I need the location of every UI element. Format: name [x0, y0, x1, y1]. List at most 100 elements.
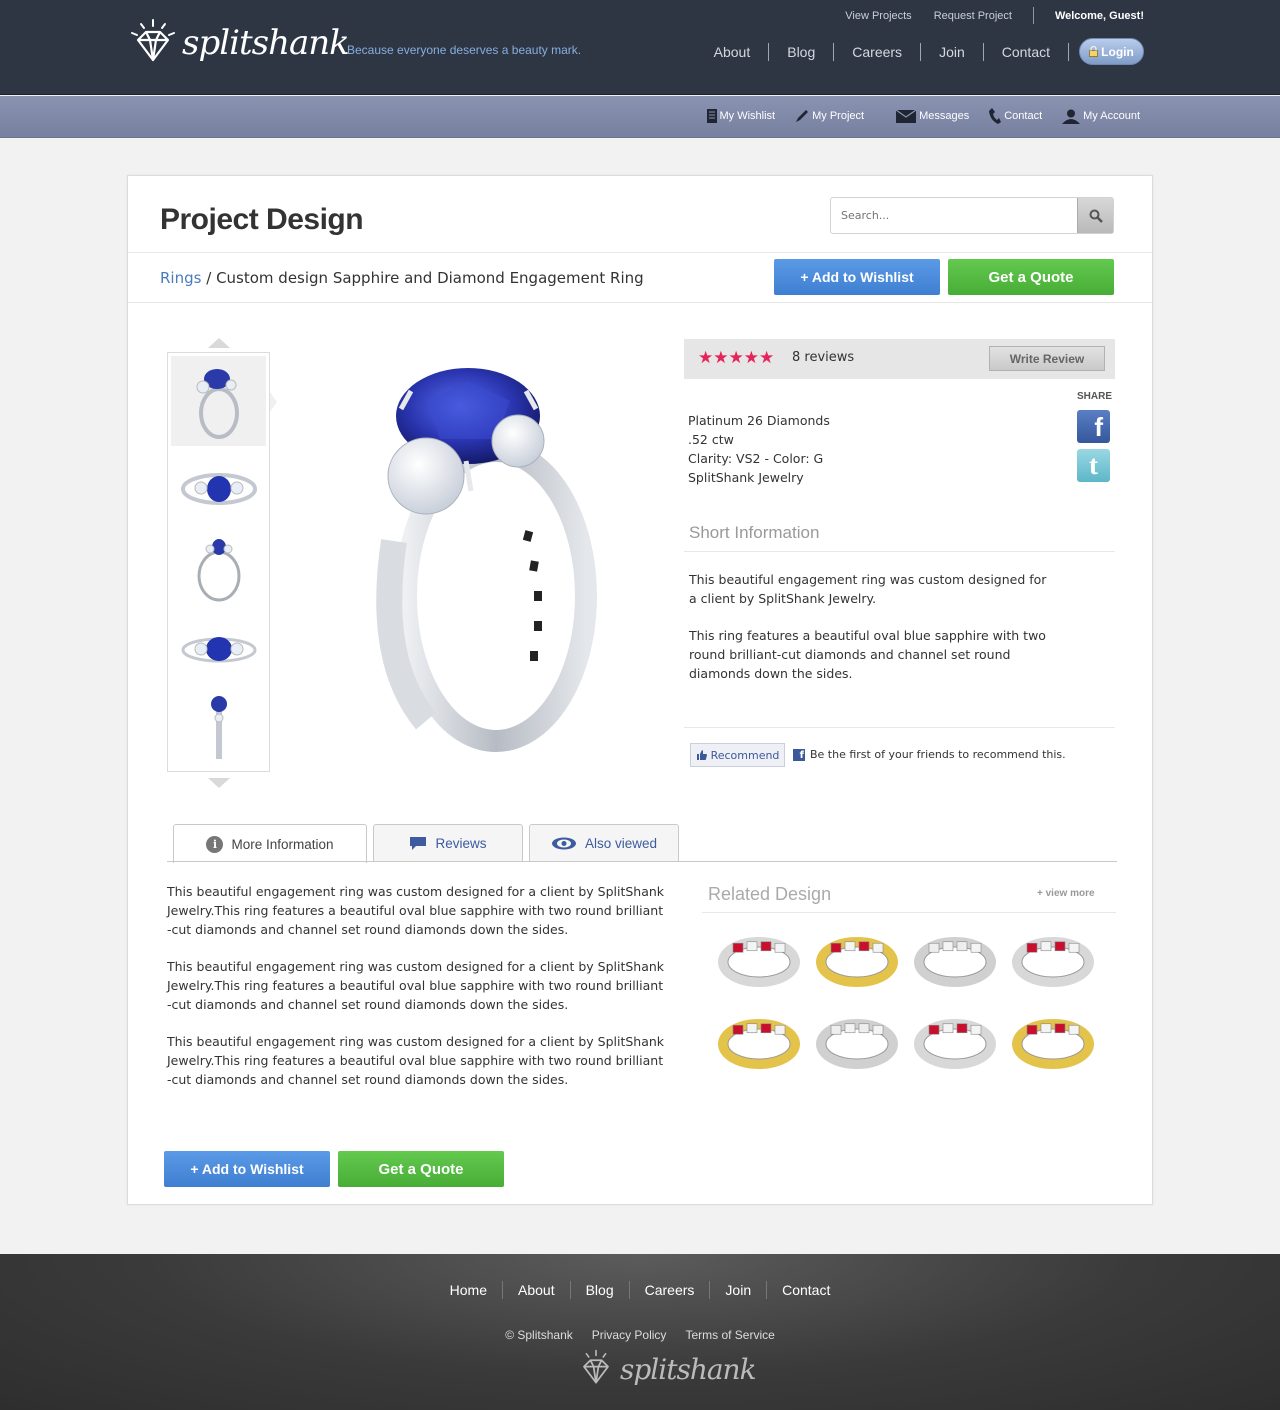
my-account-link[interactable]: My Account: [1062, 108, 1140, 124]
login-button[interactable]: Login: [1079, 38, 1144, 65]
product-main-image[interactable]: [346, 361, 606, 761]
facebook-icon: f: [1094, 412, 1103, 442]
related-design-item[interactable]: [1008, 924, 1098, 994]
facebook-share-button[interactable]: f: [1077, 410, 1110, 443]
related-design-item[interactable]: [714, 1006, 804, 1076]
breadcrumb-current: Custom design Sapphire and Diamond Engag…: [216, 269, 644, 287]
ring-thumbnail: [181, 636, 256, 662]
info-icon: i: [206, 835, 224, 853]
recommend-button[interactable]: Recommend: [690, 743, 785, 767]
utility-links: View Projects Request Project Welcome, G…: [834, 7, 1144, 24]
list-icon: [706, 109, 717, 123]
search-box: [830, 197, 1114, 234]
thumbnail-5[interactable]: [171, 691, 266, 766]
add-to-wishlist-button-bottom[interactable]: + Add to Wishlist: [164, 1151, 330, 1187]
breadcrumb-rings-link[interactable]: Rings: [160, 269, 201, 287]
ring-thumbnail: [180, 472, 257, 505]
ring-thumbnail: [1012, 937, 1094, 987]
related-design-item[interactable]: [812, 924, 902, 994]
ring-thumbnail: [718, 937, 800, 987]
logo[interactable]: splitshank: [128, 18, 350, 68]
search-icon: [1089, 209, 1103, 223]
contact-link[interactable]: Contact: [989, 108, 1042, 124]
footer-home-link[interactable]: Home: [435, 1282, 502, 1298]
spec-line: Platinum 26 Diamonds: [688, 413, 830, 428]
terms-of-service-link[interactable]: Terms of Service: [685, 1328, 774, 1342]
privacy-policy-link[interactable]: Privacy Policy: [592, 1328, 667, 1342]
thumbnail-4[interactable]: [171, 611, 266, 686]
thumbnails-down-arrow[interactable]: [208, 778, 230, 788]
footer: Home About Blog Careers Join Contact © S…: [0, 1254, 1280, 1410]
add-to-wishlist-button[interactable]: + Add to Wishlist: [774, 259, 940, 295]
footer-careers-link[interactable]: Careers: [630, 1282, 710, 1298]
ring-thumbnail: [914, 937, 996, 987]
envelope-icon: [896, 109, 917, 123]
more-information-content: This beautiful engagement ring was custo…: [167, 882, 667, 1107]
diamond-logo-icon: [131, 19, 175, 62]
tab-also-viewed[interactable]: Also viewed: [529, 824, 679, 862]
logo-text: splitshank: [182, 23, 350, 63]
ring-thumbnail: [210, 695, 227, 759]
facebook-icon: f: [793, 748, 805, 761]
search-input[interactable]: [831, 198, 1077, 233]
nav-contact[interactable]: Contact: [984, 44, 1068, 60]
get-quote-button-bottom[interactable]: Get a Quote: [338, 1151, 504, 1187]
divider: [702, 912, 1116, 913]
thumbnail-2[interactable]: [171, 451, 266, 526]
my-wishlist-label: My Wishlist: [719, 110, 776, 122]
footer-contact-link[interactable]: Contact: [767, 1282, 845, 1298]
lock-icon: [1089, 46, 1099, 57]
recommend-text: f Be the first of your friends to recomm…: [793, 748, 1066, 761]
view-projects-link[interactable]: View Projects: [834, 10, 922, 22]
nav-careers[interactable]: Careers: [834, 44, 920, 60]
footer-blog-link[interactable]: Blog: [571, 1282, 629, 1298]
more-info-paragraph: This beautiful engagement ring was custo…: [167, 959, 665, 1012]
nav-blog[interactable]: Blog: [769, 44, 833, 60]
spec-line: .52 ctw: [688, 432, 734, 447]
get-quote-button[interactable]: Get a Quote: [948, 259, 1114, 295]
write-review-button[interactable]: Write Review: [989, 346, 1105, 371]
messages-link[interactable]: Messages: [896, 108, 969, 124]
thumbnail-1[interactable]: [171, 356, 266, 446]
thumbnails-up-arrow[interactable]: [208, 338, 230, 348]
divider: [1032, 7, 1034, 24]
share-label: SHARE: [1077, 391, 1113, 402]
welcome-text: Welcome, Guest!: [1054, 9, 1144, 22]
login-label: Login: [1101, 44, 1134, 59]
tagline: Because everyone deserves a beauty mark.: [347, 43, 582, 57]
footer-logo[interactable]: splitshank: [576, 1349, 757, 1389]
search-button[interactable]: [1077, 198, 1113, 233]
tab-reviews[interactable]: Reviews: [373, 824, 523, 862]
contact-label: Contact: [1004, 110, 1043, 122]
tab-label: Also viewed: [584, 836, 658, 851]
tab-more-information[interactable]: i More Information: [173, 824, 367, 863]
view-more-link[interactable]: + view more: [1037, 888, 1095, 899]
request-project-link[interactable]: Request Project: [923, 10, 1023, 22]
eye-icon: [551, 837, 576, 850]
footer-legal: © Splitshank Privacy Policy Terms of Ser…: [0, 1328, 1280, 1342]
review-count[interactable]: 8 reviews: [792, 350, 854, 365]
related-design-item[interactable]: [910, 1006, 1000, 1076]
rating-bar: ★★★★★ 8 reviews Write Review: [684, 339, 1115, 379]
recommend-caption: Be the first of your friends to recommen…: [810, 748, 1066, 761]
my-wishlist-link[interactable]: My Wishlist: [706, 108, 776, 124]
nav-join[interactable]: Join: [921, 44, 983, 60]
short-info-paragraph: This ring features a beautiful oval blue…: [689, 628, 1046, 681]
related-design-item[interactable]: [812, 1006, 902, 1076]
nav-about[interactable]: About: [696, 44, 769, 60]
related-design-item[interactable]: [910, 924, 1000, 994]
related-design-item[interactable]: [714, 924, 804, 994]
thumbnail-pointer: [270, 392, 277, 412]
top-header: splitshank Because everyone deserves a b…: [0, 0, 1280, 95]
thumbnail-3[interactable]: [171, 531, 266, 606]
ring-thumbnail: [1012, 1019, 1094, 1069]
footer-about-link[interactable]: About: [503, 1282, 570, 1298]
spec-line: SplitShank Jewelry: [688, 470, 804, 485]
related-design-item[interactable]: [1008, 1006, 1098, 1076]
footer-join-link[interactable]: Join: [710, 1282, 766, 1298]
twitter-share-button[interactable]: t: [1077, 449, 1110, 482]
phone-icon: [989, 108, 1002, 124]
my-project-link[interactable]: My Project: [795, 108, 864, 124]
user-icon: [1062, 109, 1081, 124]
product-card: Project Design Rings / Custom design Sap…: [127, 175, 1153, 1205]
